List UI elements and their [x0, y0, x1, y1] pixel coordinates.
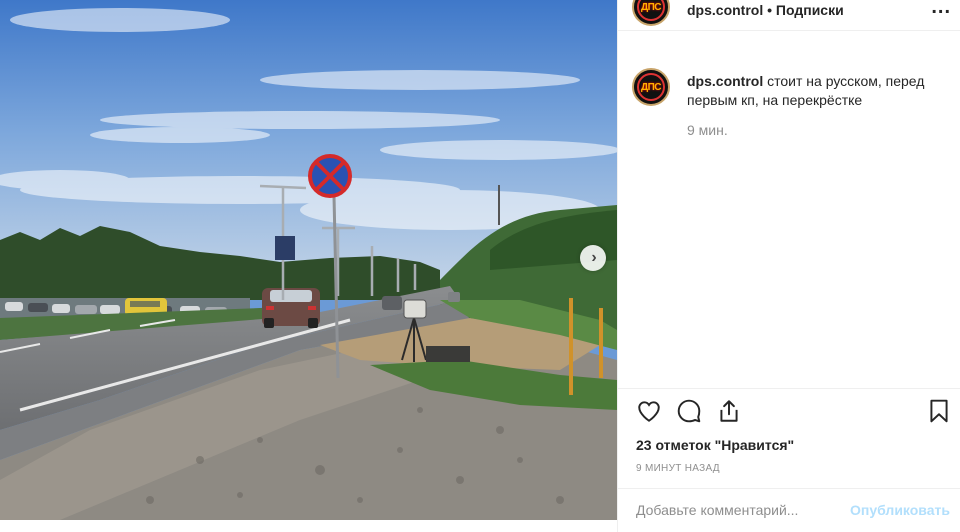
header-separator: •: [767, 2, 773, 18]
actions-divider: [618, 388, 960, 389]
like-button[interactable]: [636, 398, 662, 429]
share-button[interactable]: [716, 398, 742, 429]
posted-time: 9 МИНУТ НАЗАД: [636, 463, 720, 474]
header-divider: [618, 30, 960, 31]
post-header: ДПС dps.control • Подписки ...: [618, 0, 960, 26]
post-photo: ›: [0, 0, 617, 520]
avatar-logo: ДПС: [640, 1, 662, 13]
heart-icon: [638, 401, 660, 422]
post-side-panel: ДПС dps.control • Подписки ... ДПС dps.c…: [617, 0, 960, 532]
road-photo: [0, 0, 617, 520]
bookmark-icon: [930, 399, 948, 423]
publish-button[interactable]: Опубликовать: [850, 502, 950, 518]
comment-divider: [618, 488, 960, 489]
likes-count[interactable]: 23 отметок "Нравится": [636, 437, 794, 453]
comment-input[interactable]: [636, 502, 846, 518]
comment-icon: [677, 399, 701, 423]
more-options-button[interactable]: ...: [931, 0, 951, 19]
caption-username[interactable]: dps.control: [687, 73, 763, 89]
follow-status-button[interactable]: Подписки: [776, 2, 844, 18]
avatar[interactable]: ДПС: [632, 0, 670, 26]
carousel-next-button[interactable]: ›: [580, 245, 606, 271]
caption-text-block: dps.control стоит на русском, перед перв…: [687, 72, 952, 110]
instagram-post-view: › ДПС dps.control • Подписки ... ДПС dps…: [0, 0, 960, 532]
avatar-logo: ДПС: [640, 81, 662, 93]
header-user-line: dps.control • Подписки: [687, 2, 844, 18]
chevron-right-icon: ›: [591, 249, 597, 266]
caption-avatar[interactable]: ДПС: [632, 68, 670, 106]
header-username[interactable]: dps.control: [687, 2, 763, 18]
save-button[interactable]: [926, 398, 952, 429]
post-actions-bar: [632, 398, 952, 430]
caption-time: 9 мин.: [687, 122, 728, 138]
share-icon: [720, 400, 738, 422]
comment-button[interactable]: [676, 398, 702, 429]
